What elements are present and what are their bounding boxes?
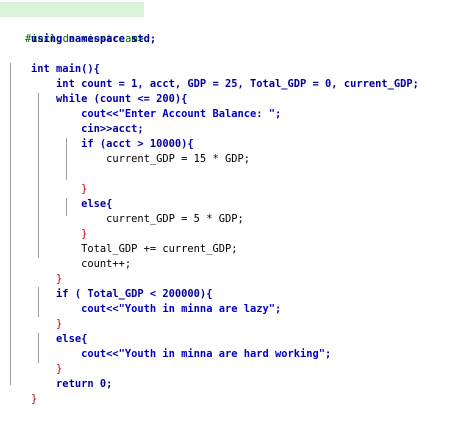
code-line-7[interactable]: cout<<"Enter Account Balance: "; xyxy=(6,92,281,120)
code-line-9[interactable]: if (acct > 10000){ xyxy=(6,122,194,150)
code-line-10[interactable]: current_GDP = 15 * GDP; xyxy=(6,137,250,165)
code-line-21[interactable]: } xyxy=(6,302,62,330)
main-close-brace: } xyxy=(31,393,38,405)
code-line-17[interactable]: count++; xyxy=(6,242,131,270)
return-statement: return 0; xyxy=(31,378,113,390)
code-line-13[interactable]: else{ xyxy=(6,182,112,210)
code-line-14[interactable]: current_GDP = 5 * GDP; xyxy=(6,197,244,225)
code-line-1[interactable]: #include <iostream> xyxy=(0,2,144,45)
code-line-4[interactable]: int main(){ xyxy=(6,47,100,75)
code-line-12[interactable]: } xyxy=(6,167,87,195)
code-line-26[interactable]: } xyxy=(6,377,37,405)
code-line-5[interactable]: int count = 1, acct, GDP = 25, Total_GDP… xyxy=(6,62,419,90)
using-directive: using namespace std; xyxy=(31,33,157,45)
code-line-25[interactable]: return 0; xyxy=(6,362,112,390)
code-line-15[interactable]: } xyxy=(6,212,87,240)
cout-hard-working: cout<<"Youth in minna are hard working"; xyxy=(31,348,332,360)
code-line-8[interactable]: cin>>acct; xyxy=(6,107,144,135)
assign-current-gdp-15: current_GDP = 15 * GDP; xyxy=(31,153,250,165)
code-line-20[interactable]: cout<<"Youth in minna are lazy"; xyxy=(6,287,281,315)
code-line-23[interactable]: cout<<"Youth in minna are hard working"; xyxy=(6,332,331,360)
code-line-6[interactable]: while (count <= 200){ xyxy=(6,77,187,105)
code-line-2[interactable]: using namespace std; xyxy=(6,17,156,45)
code-line-19[interactable]: if ( Total_GDP < 200000){ xyxy=(6,272,212,300)
include-line-highlight xyxy=(0,2,144,17)
cout-lazy: cout<<"Youth in minna are lazy"; xyxy=(31,303,282,315)
code-editor[interactable]: #include <iostream> using namespace std;… xyxy=(0,0,463,410)
code-line-24[interactable]: } xyxy=(6,347,62,375)
code-line-22[interactable]: else{ xyxy=(6,317,87,345)
code-line-16[interactable]: Total_GDP += current_GDP; xyxy=(6,227,237,255)
code-line-18[interactable]: } xyxy=(6,257,62,285)
